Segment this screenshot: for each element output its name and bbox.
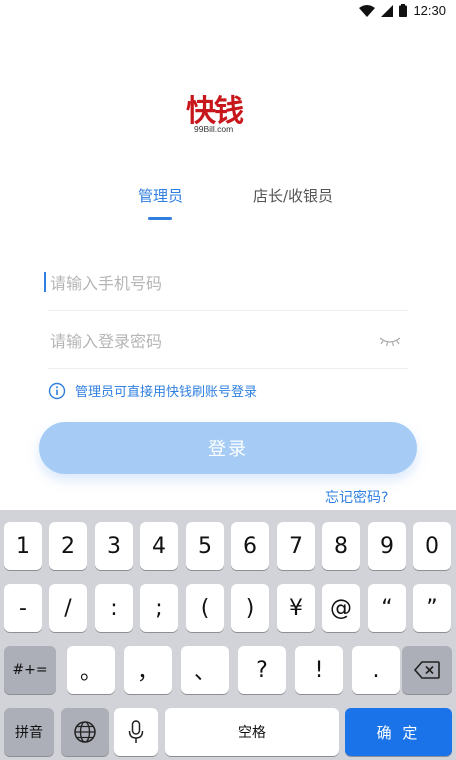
key-semicolon[interactable]: ; xyxy=(140,584,178,632)
globe-icon xyxy=(74,721,96,743)
key-6[interactable]: 6 xyxy=(231,522,269,570)
microphone-key[interactable] xyxy=(114,708,158,756)
key-2[interactable]: 2 xyxy=(49,522,87,570)
key-7[interactable]: 7 xyxy=(277,522,315,570)
key-hyphen[interactable]: - xyxy=(4,584,42,632)
info-icon xyxy=(48,382,66,399)
password-input[interactable] xyxy=(48,312,372,370)
login-button[interactable]: 登录 xyxy=(39,422,417,474)
key-colon[interactable]: : xyxy=(95,584,133,632)
key-8[interactable]: 8 xyxy=(322,522,360,570)
key-comma-cn[interactable]: ， xyxy=(124,646,172,694)
key-pinyin[interactable]: 拼音 xyxy=(4,708,54,756)
key-3[interactable]: 3 xyxy=(95,522,133,570)
tab-store-manager-cashier[interactable]: 店长/收银员 xyxy=(253,185,333,206)
key-exclamation[interactable]: ! xyxy=(295,646,343,694)
eye-closed-icon[interactable] xyxy=(378,334,402,348)
phone-input[interactable] xyxy=(48,254,372,312)
globe-key[interactable] xyxy=(61,708,109,756)
login-role-tabs: 管理员 店长/收银员 xyxy=(0,185,456,225)
key-at[interactable]: @ xyxy=(322,584,360,632)
phone-field xyxy=(44,254,408,312)
key-yen[interactable]: ¥ xyxy=(277,584,315,632)
backspace-key[interactable] xyxy=(402,646,452,694)
brand-logo: 快钱 99Bill.com xyxy=(186,88,276,138)
key-5[interactable]: 5 xyxy=(186,522,224,570)
status-icons: 12:30 xyxy=(359,3,446,18)
wifi-icon xyxy=(359,4,376,17)
signal-icon xyxy=(381,4,394,17)
key-0[interactable]: 0 xyxy=(413,522,451,570)
key-left-paren[interactable]: ( xyxy=(186,584,224,632)
key-question[interactable]: ? xyxy=(238,646,286,694)
key-more-symbols[interactable]: #+= xyxy=(4,646,56,694)
password-field xyxy=(48,312,408,370)
key-dot[interactable]: . xyxy=(352,646,400,694)
key-open-quote[interactable]: “ xyxy=(368,584,406,632)
status-time: 12:30 xyxy=(413,3,446,18)
space-key[interactable]: 空格 xyxy=(165,708,339,756)
key-4[interactable]: 4 xyxy=(140,522,178,570)
active-tab-indicator xyxy=(148,217,172,220)
key-slash[interactable]: / xyxy=(49,584,87,632)
admin-tip: 管理员可直接用快钱刷账号登录 xyxy=(48,381,257,400)
key-close-quote[interactable]: ” xyxy=(413,584,451,632)
backspace-icon xyxy=(414,661,440,679)
forgot-password-link[interactable]: 忘记密码? xyxy=(325,487,388,507)
status-bar: 12:30 xyxy=(0,0,456,24)
key-9[interactable]: 9 xyxy=(368,522,406,570)
microphone-icon xyxy=(128,720,144,743)
key-enum-comma[interactable]: 、 xyxy=(181,646,229,694)
tip-text: 管理员可直接用快钱刷账号登录 xyxy=(75,385,258,400)
text-cursor xyxy=(44,272,46,292)
battery-icon xyxy=(399,4,408,17)
key-period-cn[interactable]: 。 xyxy=(67,646,115,694)
logo-sub-text: 99Bill.com xyxy=(194,124,234,134)
key-right-paren[interactable]: ) xyxy=(231,584,269,632)
tab-admin[interactable]: 管理员 xyxy=(138,185,183,206)
confirm-key[interactable]: 确 定 xyxy=(345,708,452,756)
key-1[interactable]: 1 xyxy=(4,522,42,570)
soft-keyboard: 1 2 3 4 5 6 7 8 9 0 - / : ; ( ) ¥ @ “ ” … xyxy=(0,510,456,760)
